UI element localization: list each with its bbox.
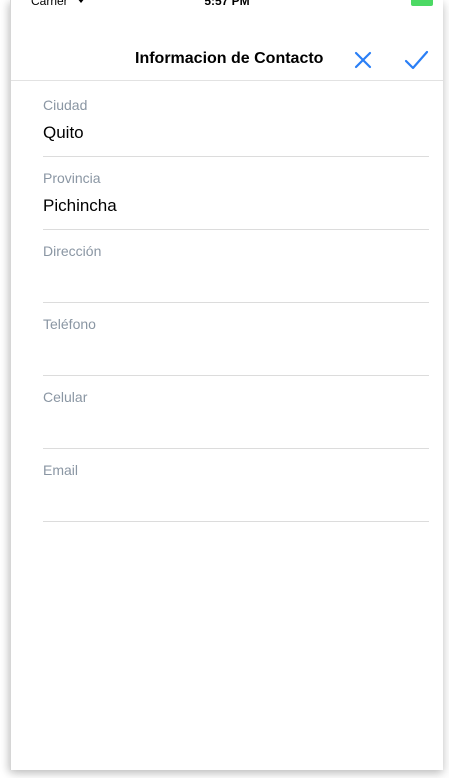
checkmark-icon [404, 50, 429, 70]
mobile-input[interactable] [43, 415, 429, 435]
email-field: Email [43, 449, 429, 522]
mobile-field: Celular [43, 376, 429, 449]
page-title: Informacion de Contacto [135, 50, 324, 67]
phone-field: Teléfono [43, 303, 429, 376]
email-label: Email [43, 462, 79, 478]
address-field: Dirección [43, 230, 429, 303]
province-input[interactable] [43, 196, 429, 216]
province-field: Provincia [43, 157, 429, 230]
city-label: Ciudad [43, 97, 88, 113]
address-label: Dirección [43, 243, 102, 259]
status-bar: Carrier 5:57 PM [11, 0, 443, 20]
mobile-label: Celular [43, 389, 88, 405]
cancel-button[interactable] [351, 48, 375, 72]
navigation-bar: Informacion de Contacto [11, 44, 443, 81]
email-input[interactable] [43, 488, 429, 508]
province-label: Provincia [43, 170, 101, 186]
phone-screen: Carrier 5:57 PM Informacion de Contacto … [10, 0, 443, 770]
close-icon [354, 51, 372, 69]
status-time: 5:57 PM [204, 0, 250, 8]
battery-icon [411, 0, 433, 6]
contact-form: Ciudad Provincia Dirección Teléfono Celu… [11, 84, 443, 522]
phone-label: Teléfono [43, 316, 96, 332]
phone-input[interactable] [43, 342, 429, 362]
city-input[interactable] [43, 123, 429, 143]
city-field: Ciudad [43, 84, 429, 157]
address-input[interactable] [43, 269, 429, 289]
done-button[interactable] [402, 48, 430, 72]
